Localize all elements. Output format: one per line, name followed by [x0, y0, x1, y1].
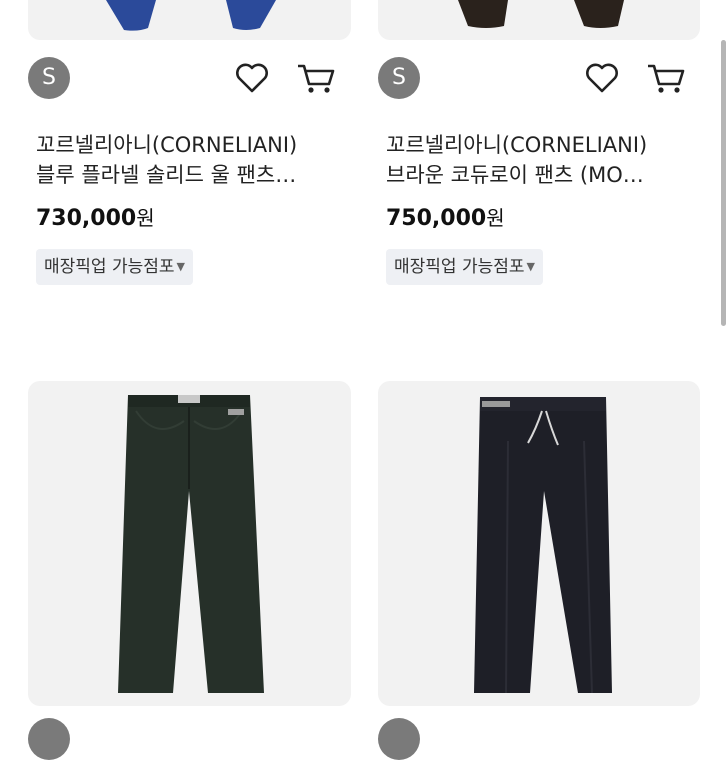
price-value: 750,000 — [386, 206, 487, 231]
product-brand[interactable]: 꼬르넬리아니(CORNELIANI) — [386, 130, 686, 160]
product-name[interactable]: 브라운 코듀로이 팬츠 (MO… — [386, 160, 686, 190]
product-image[interactable] — [28, 381, 351, 706]
caret-down-icon: ▼ — [176, 260, 185, 273]
seller-badge[interactable] — [378, 718, 420, 760]
pickup-label: 매장픽업 가능점포 — [394, 257, 525, 277]
caret-down-icon: ▼ — [526, 260, 535, 273]
black-drawstring-pants-image — [474, 397, 612, 694]
product-price: 750,000원 — [386, 202, 505, 231]
product-price: 730,000원 — [36, 202, 155, 231]
store-pickup-dropdown[interactable]: 매장픽업 가능점포 ▼ — [36, 249, 193, 285]
seller-badge[interactable]: S — [378, 57, 420, 99]
navy-pants-image — [106, 0, 276, 31]
heart-icon[interactable] — [582, 58, 622, 98]
brown-pants-image — [458, 0, 624, 28]
seller-badge[interactable]: S — [28, 57, 70, 99]
heart-icon[interactable] — [232, 58, 272, 98]
cart-icon[interactable] — [296, 58, 336, 98]
product-image[interactable] — [378, 381, 700, 706]
store-pickup-dropdown[interactable]: 매장픽업 가능점포 ▼ — [386, 249, 543, 285]
seller-badge[interactable] — [28, 718, 70, 760]
product-name[interactable]: 블루 플라넬 솔리드 울 팬츠… — [36, 160, 336, 190]
currency-label: 원 — [486, 206, 505, 230]
price-value: 730,000 — [36, 206, 137, 231]
product-image[interactable] — [28, 0, 351, 40]
product-brand[interactable]: 꼬르넬리아니(CORNELIANI) — [36, 130, 336, 160]
scrollbar[interactable] — [721, 40, 726, 326]
pickup-label: 매장픽업 가능점포 — [44, 257, 175, 277]
cart-icon[interactable] — [646, 58, 686, 98]
product-image[interactable] — [378, 0, 700, 40]
dark-green-jeans-image — [118, 395, 264, 693]
currency-label: 원 — [136, 206, 155, 230]
